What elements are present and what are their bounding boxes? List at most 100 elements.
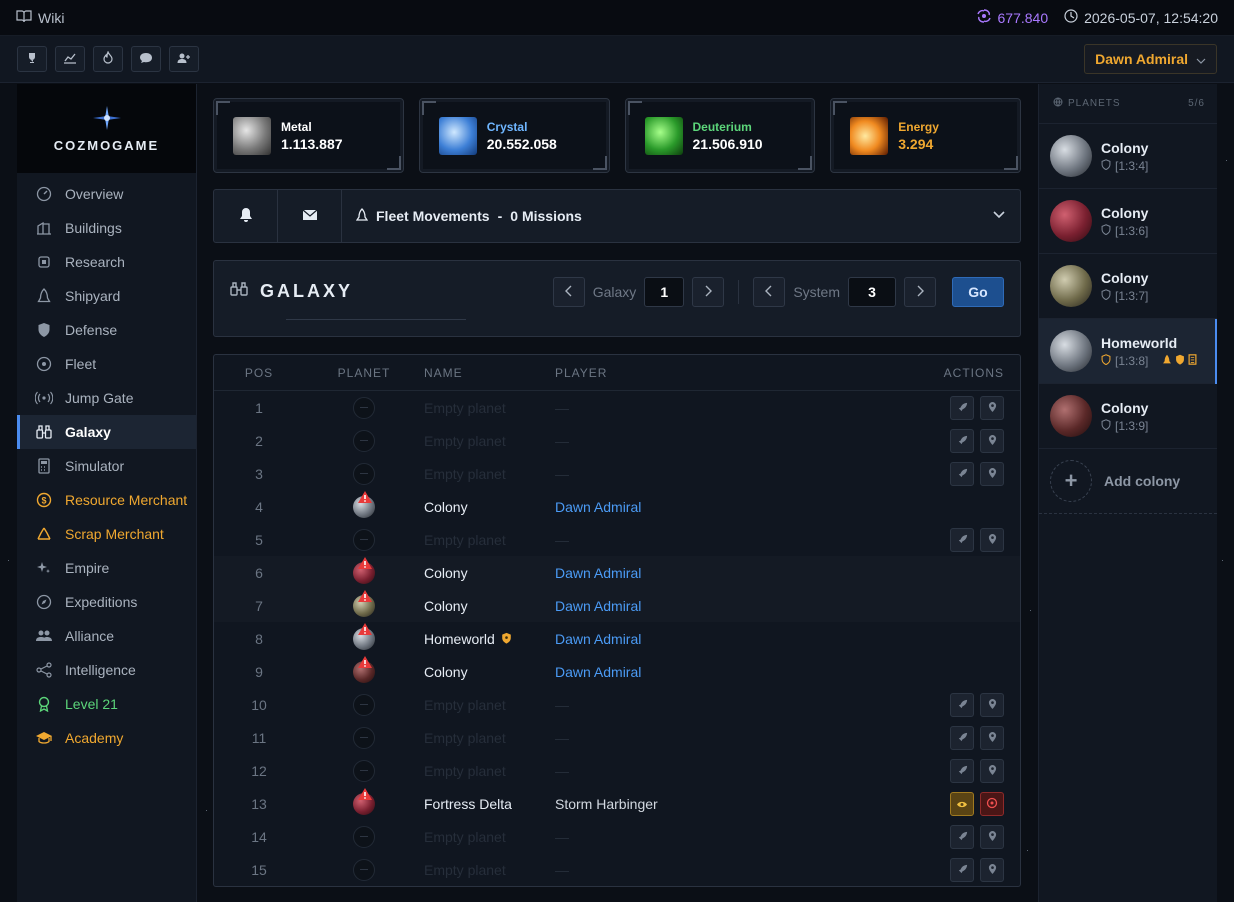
buddies-button[interactable] [169, 46, 199, 72]
user-menu-button[interactable]: Dawn Admiral [1084, 44, 1217, 74]
sidebar-item-intelligence[interactable]: Intelligence [17, 653, 196, 687]
resource-card-metal[interactable]: Metal 1.113.887 [213, 98, 404, 173]
rocket-icon [957, 763, 968, 779]
send-fleet-button[interactable] [950, 758, 974, 783]
planet-list-item[interactable]: Colony [1:3:4] [1039, 124, 1217, 189]
colonize-button[interactable] [980, 692, 1004, 717]
send-fleet-button[interactable] [950, 725, 974, 750]
sidebar-item-label: Overview [65, 186, 124, 202]
sidebar-item-simulator[interactable]: Simulator [17, 449, 196, 483]
table-row[interactable]: 10 Empty planet — [214, 688, 1020, 721]
mail-button[interactable] [278, 190, 342, 242]
chevron-down-icon[interactable] [992, 207, 1006, 223]
table-row[interactable]: 14 Empty planet — [214, 820, 1020, 853]
table-row[interactable]: 9 Colony Dawn Admiral [214, 655, 1020, 688]
colonize-button[interactable] [980, 758, 1004, 783]
send-fleet-button[interactable] [950, 527, 974, 552]
sidebar-item-buildings[interactable]: Buildings [17, 211, 196, 245]
colonize-button[interactable] [980, 461, 1004, 486]
planet-list-item[interactable]: Colony [1:3:9] [1039, 384, 1217, 449]
colonize-button[interactable] [980, 725, 1004, 750]
system-input[interactable]: 3 [848, 277, 896, 307]
colonize-button[interactable] [980, 428, 1004, 453]
go-button[interactable]: Go [952, 277, 1004, 307]
sidebar-item-defense[interactable]: Defense [17, 313, 196, 347]
galaxy-prev-button[interactable] [552, 277, 585, 307]
sidebar-item-level-21[interactable]: Level 21 [17, 687, 196, 721]
table-row[interactable]: 7 Colony Dawn Admiral [214, 589, 1020, 622]
chat-bubble-icon [139, 51, 153, 67]
galaxy-input[interactable]: 1 [644, 277, 685, 307]
table-row[interactable]: 3 Empty planet — [214, 457, 1020, 490]
send-fleet-button[interactable] [950, 461, 974, 486]
sidebar-item-overview[interactable]: Overview [17, 177, 196, 211]
table-row[interactable]: 4 Colony Dawn Admiral [214, 490, 1020, 523]
table-row[interactable]: 8 Homeworld Dawn Admiral [214, 622, 1020, 655]
notifications-button[interactable] [214, 190, 278, 242]
resource-card-crystal[interactable]: Crystal 20.552.058 [418, 98, 610, 173]
planet-thumbnail [1050, 330, 1092, 372]
player-name[interactable]: Storm Harbinger [555, 796, 658, 812]
messages-button[interactable] [131, 46, 161, 72]
trophy-button[interactable] [17, 46, 47, 72]
colonize-button[interactable] [980, 857, 1004, 882]
shield-outline-icon [1101, 353, 1111, 368]
table-row[interactable]: 13 Fortress Delta Storm Harbinger [214, 787, 1020, 820]
player-name[interactable]: Dawn Admiral [555, 664, 641, 680]
shield-icon [35, 321, 53, 339]
coin-icon: $ [35, 491, 53, 509]
sidebar-item-research[interactable]: Research [17, 245, 196, 279]
highscore-button[interactable] [93, 46, 123, 72]
position-number: 13 [251, 795, 267, 812]
empty-slot-icon [353, 462, 375, 485]
system-prev-button[interactable] [753, 277, 786, 307]
table-row[interactable]: 6 Colony Dawn Admiral [214, 556, 1020, 589]
sidebar-item-expeditions[interactable]: Expeditions [17, 585, 196, 619]
table-row[interactable]: 1 Empty planet — [214, 391, 1020, 424]
statistics-button[interactable] [55, 46, 85, 72]
fleet-movements-bar[interactable]: Fleet Movements - 0 Missions [213, 189, 1021, 243]
table-row[interactable]: 2 Empty planet — [214, 424, 1020, 457]
send-fleet-button[interactable] [950, 692, 974, 717]
sidebar-item-jump-gate[interactable]: Jump Gate [17, 381, 196, 415]
table-row[interactable]: 15 Empty planet — [214, 853, 1020, 886]
planet-list-item[interactable]: Homeworld [1:3:8] [1039, 319, 1217, 384]
sidebar-item-galaxy[interactable]: Galaxy [17, 415, 196, 449]
send-fleet-button[interactable] [950, 428, 974, 453]
game-logo[interactable]: COZMOGAME [17, 84, 196, 173]
send-fleet-button[interactable] [950, 395, 974, 420]
add-colony-button[interactable]: + Add colony [1039, 449, 1217, 514]
sidebar-item-academy[interactable]: Academy [17, 721, 196, 755]
send-fleet-button[interactable] [950, 857, 974, 882]
sidebar-item-fleet[interactable]: Fleet [17, 347, 196, 381]
planets-count: 5/6 [1188, 98, 1205, 109]
send-fleet-button[interactable] [950, 824, 974, 849]
sidebar-item-alliance[interactable]: Alliance [17, 619, 196, 653]
table-row[interactable]: 5 Empty planet — [214, 523, 1020, 556]
player-name[interactable]: Dawn Admiral [555, 598, 641, 614]
player-name[interactable]: Dawn Admiral [555, 565, 641, 581]
sidebar-item-label: Fleet [65, 356, 97, 372]
table-row[interactable]: 12 Empty planet — [214, 754, 1020, 787]
table-row[interactable]: 11 Empty planet — [214, 721, 1020, 754]
colonize-button[interactable] [980, 527, 1004, 552]
planet-list-item[interactable]: Colony [1:3:7] [1039, 254, 1217, 319]
sidebar-item-shipyard[interactable]: Shipyard [17, 279, 196, 313]
player-name[interactable]: Dawn Admiral [555, 499, 641, 515]
colonize-button[interactable] [980, 824, 1004, 849]
resource-bar: Metal 1.113.887 Crystal 20.552.058 Deuterium… [213, 98, 1021, 173]
espionage-button[interactable] [950, 791, 974, 816]
resource-card-energy[interactable]: Energy 3.294 [830, 98, 1021, 173]
sidebar-item-scrap-merchant[interactable]: Scrap Merchant [17, 517, 196, 551]
sidebar-item-resource-merchant[interactable]: $ Resource Merchant [17, 483, 196, 517]
colonize-button[interactable] [980, 395, 1004, 420]
system-next-button[interactable] [904, 277, 936, 307]
sidebar-item-empire[interactable]: Empire [17, 551, 196, 585]
resource-card-deuterium[interactable]: Deuterium 21.506.910 [624, 98, 816, 173]
planet-list-item[interactable]: Colony [1:3:6] [1039, 189, 1217, 254]
player-name[interactable]: Dawn Admiral [555, 631, 641, 647]
attack-button[interactable] [980, 791, 1004, 816]
sidebar-item-label: Defense [65, 322, 118, 338]
galaxy-next-button[interactable] [692, 277, 725, 307]
wiki-link[interactable]: Wiki [16, 9, 64, 26]
